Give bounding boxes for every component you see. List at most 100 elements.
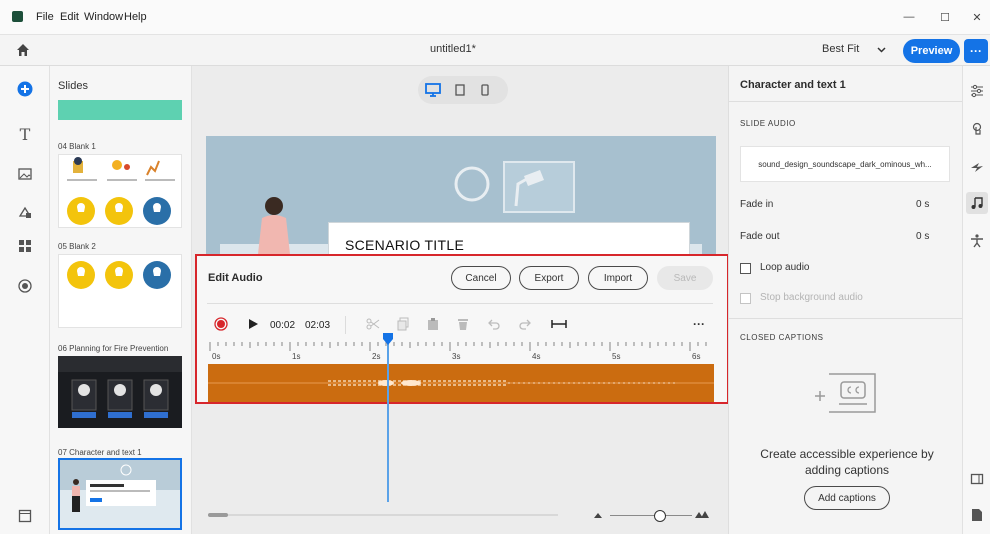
slide-preview[interactable]: SCENARIO TITLE bbox=[206, 136, 716, 254]
slide-thumbnail-07-selected[interactable] bbox=[58, 458, 182, 530]
desktop-view-icon[interactable] bbox=[425, 82, 441, 98]
zoom-select[interactable]: Best Fit bbox=[822, 43, 859, 55]
delete-icon[interactable] bbox=[455, 316, 471, 332]
loop-audio-checkbox[interactable] bbox=[740, 263, 751, 274]
mobile-view-icon[interactable] bbox=[481, 84, 489, 96]
slide-thumbnail-04[interactable] bbox=[58, 154, 182, 228]
import-button[interactable]: Import bbox=[588, 266, 648, 290]
more-options-button[interactable]: ··· bbox=[964, 39, 988, 63]
scrollbar-thumb[interactable] bbox=[208, 513, 228, 517]
more-options-icon[interactable]: ··· bbox=[693, 317, 705, 331]
slide-thumbnail-06[interactable] bbox=[58, 356, 182, 428]
cancel-button[interactable]: Cancel bbox=[451, 266, 511, 290]
document-title: untitled1* bbox=[430, 43, 476, 55]
slide-label: 05 Blank 2 bbox=[58, 242, 96, 251]
slide-label: 06 Planning for Fire Prevention bbox=[58, 344, 169, 353]
total-time: 02:03 bbox=[305, 320, 331, 331]
audio-icon[interactable] bbox=[966, 192, 988, 214]
text-icon[interactable]: T bbox=[15, 124, 35, 144]
copy-icon[interactable] bbox=[395, 316, 411, 332]
redo-icon[interactable] bbox=[517, 316, 533, 332]
playhead-line bbox=[387, 336, 389, 502]
accessibility-icon[interactable] bbox=[968, 232, 986, 250]
menu-window[interactable]: Window bbox=[84, 11, 123, 23]
minimize-button[interactable]: — bbox=[894, 6, 924, 28]
record-button[interactable] bbox=[213, 316, 229, 332]
play-button[interactable] bbox=[245, 316, 261, 332]
panel-icon[interactable] bbox=[968, 470, 986, 488]
animation-icon[interactable] bbox=[968, 158, 986, 176]
stop-background-audio-checkbox[interactable] bbox=[740, 293, 751, 304]
add-icon[interactable] bbox=[15, 79, 35, 99]
timeline-ruler[interactable]: 0s 1s 2s 3s 4s 5s 6s bbox=[208, 342, 714, 362]
ruler-label: 1s bbox=[292, 352, 300, 361]
record-icon[interactable] bbox=[15, 276, 35, 296]
preview-button[interactable]: Preview bbox=[903, 39, 960, 63]
chevron-down-icon[interactable] bbox=[877, 47, 886, 53]
stop-background-audio-label: Stop background audio bbox=[760, 292, 863, 303]
ruler-label: 0s bbox=[212, 352, 220, 361]
ruler-label: 4s bbox=[532, 352, 540, 361]
slide-thumbnail-05[interactable] bbox=[58, 254, 182, 328]
zoom-slider-thumb[interactable] bbox=[654, 510, 666, 522]
tablet-view-icon[interactable] bbox=[455, 84, 465, 96]
slide-audio-header: SLIDE AUDIO bbox=[740, 119, 796, 128]
fade-in-label: Fade in bbox=[740, 199, 774, 210]
divider bbox=[207, 303, 713, 304]
split-icon[interactable] bbox=[365, 316, 381, 332]
media-icon[interactable] bbox=[15, 164, 35, 184]
audio-file-name[interactable]: sound_design_soundscape_dark_ominous_wh.… bbox=[740, 146, 950, 182]
shapes-icon[interactable] bbox=[15, 202, 35, 222]
sliders-icon[interactable] bbox=[968, 82, 986, 100]
maximize-button[interactable]: ☐ bbox=[930, 6, 960, 28]
ruler-label: 2s bbox=[372, 352, 380, 361]
undo-icon[interactable] bbox=[486, 316, 502, 332]
slide-thumbnail-03[interactable] bbox=[58, 100, 182, 120]
waveform-shape bbox=[208, 380, 714, 386]
divider bbox=[729, 101, 963, 102]
timeline-scrollbar[interactable] bbox=[208, 514, 558, 516]
captions-empty-message: Create accessible experience by adding c… bbox=[760, 447, 934, 477]
fade-out-value[interactable]: 0 s bbox=[916, 231, 929, 242]
slides-panel: Slides 04 Blank 1 05 Blank 2 06 Planning… bbox=[50, 66, 192, 534]
scenario-title: SCENARIO TITLE bbox=[345, 237, 465, 253]
interaction-icon[interactable] bbox=[968, 120, 986, 138]
menu-edit[interactable]: Edit bbox=[60, 11, 79, 23]
blocks-icon[interactable] bbox=[15, 236, 35, 256]
ruler-label: 5s bbox=[612, 352, 620, 361]
left-tool-rail: T bbox=[0, 66, 50, 534]
paste-icon[interactable] bbox=[425, 316, 441, 332]
zoom-out-icon[interactable] bbox=[594, 512, 602, 518]
save-button[interactable]: Save bbox=[657, 266, 713, 290]
current-time: 00:02 bbox=[270, 320, 296, 331]
export-button[interactable]: Export bbox=[519, 266, 579, 290]
closed-captions-header: CLOSED CAPTIONS bbox=[740, 333, 824, 342]
fit-width-icon[interactable] bbox=[549, 316, 569, 332]
panel-toggle-icon[interactable] bbox=[15, 506, 35, 526]
edit-audio-title: Edit Audio bbox=[208, 272, 263, 284]
title-bar: File Edit Window Help — ☐ ✕ bbox=[0, 0, 990, 34]
zoom-slider-track[interactable] bbox=[610, 515, 692, 516]
fade-out-label: Fade out bbox=[740, 231, 780, 242]
right-tool-rail bbox=[962, 66, 990, 534]
zoom-in-icon[interactable] bbox=[695, 510, 709, 518]
add-captions-button[interactable]: Add captions bbox=[804, 486, 890, 510]
menu-file[interactable]: File bbox=[36, 11, 54, 23]
home-icon[interactable] bbox=[16, 43, 30, 57]
slide-label: 07 Character and text 1 bbox=[58, 448, 142, 457]
document-icon[interactable] bbox=[968, 506, 986, 524]
edit-audio-panel: Edit Audio Cancel Export Import Save 00:… bbox=[195, 254, 729, 404]
close-button[interactable]: ✕ bbox=[962, 6, 990, 28]
closed-captions-icon bbox=[815, 370, 879, 416]
scenario-card: SCENARIO TITLE bbox=[328, 222, 690, 254]
loop-audio-label: Loop audio bbox=[760, 262, 810, 273]
ruler-label: 3s bbox=[452, 352, 460, 361]
playhead-handle[interactable] bbox=[382, 332, 394, 346]
ruler-label: 6s bbox=[692, 352, 700, 361]
divider bbox=[345, 316, 346, 334]
fade-in-value[interactable]: 0 s bbox=[916, 199, 929, 210]
properties-title: Character and text 1 bbox=[740, 79, 846, 91]
audio-waveform[interactable] bbox=[208, 364, 714, 402]
menu-help[interactable]: Help bbox=[124, 11, 147, 23]
device-switcher bbox=[418, 76, 508, 104]
